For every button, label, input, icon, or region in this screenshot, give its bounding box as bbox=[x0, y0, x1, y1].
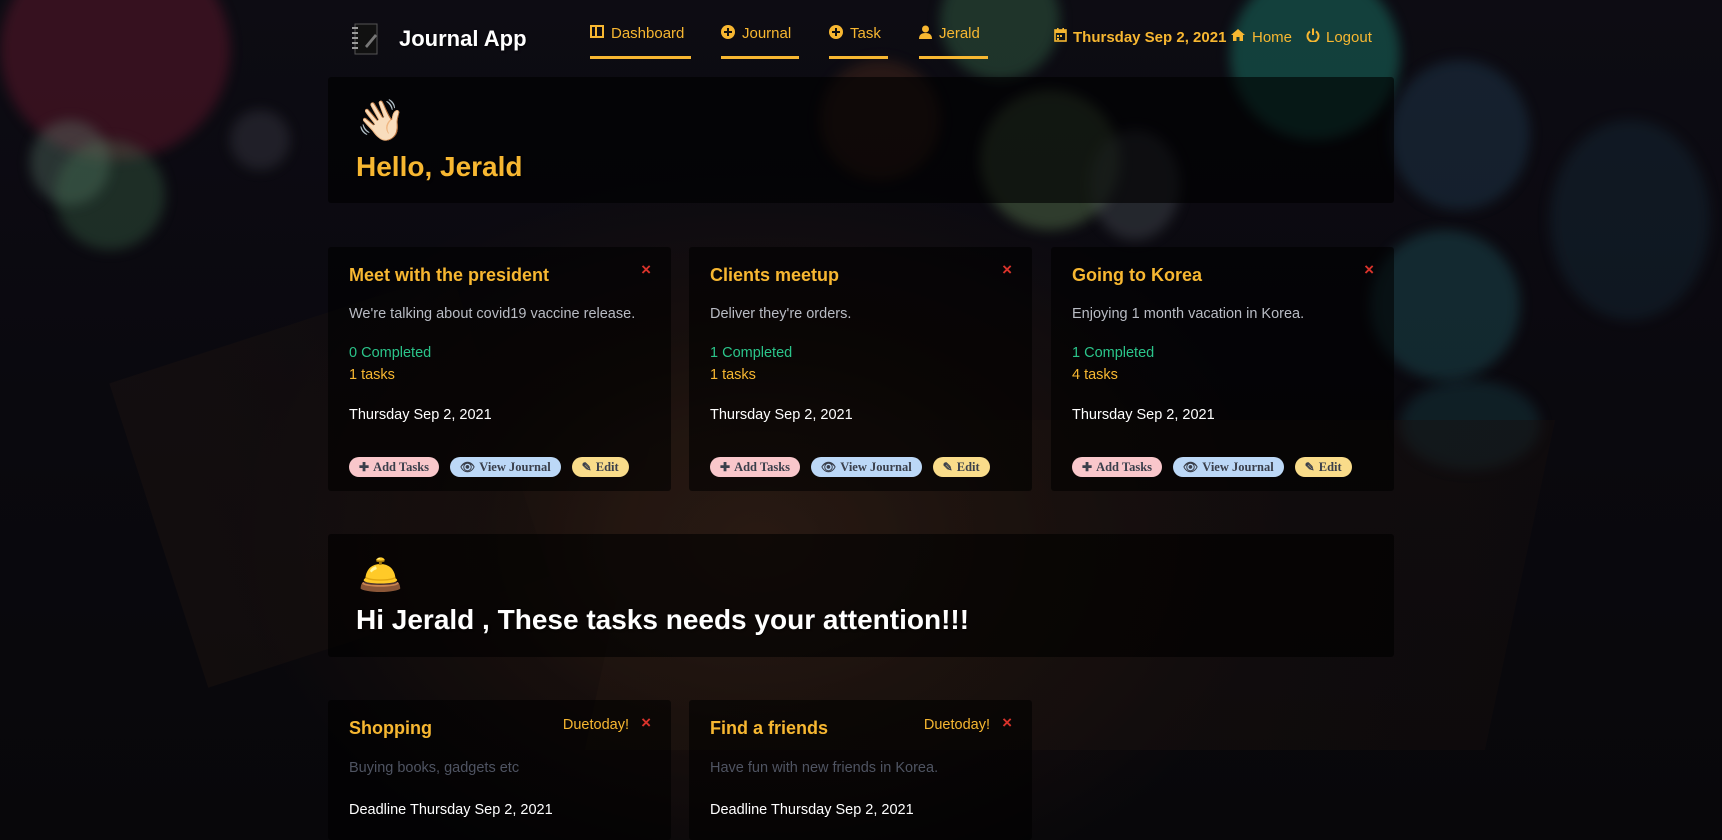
greeting-banner: 👋🏻 Hello, Jerald bbox=[328, 77, 1394, 203]
task-deadline: Deadline Thursday Sep 2, 2021 bbox=[349, 802, 553, 818]
edit-button[interactable]: ✎ Edit bbox=[932, 457, 990, 477]
view-journal-button[interactable]: 👁 View Journal bbox=[1173, 457, 1284, 477]
delete-journal-close-icon[interactable]: × bbox=[1364, 260, 1374, 280]
edit-icon: ✎ bbox=[942, 459, 953, 474]
due-today-badge: Duetoday! bbox=[562, 717, 629, 733]
nav-home-label: Home bbox=[1252, 28, 1293, 46]
bell-calendar-icon: 🛎️ bbox=[358, 554, 403, 595]
add-tasks-button[interactable]: ✚ Add Tasks bbox=[710, 457, 801, 477]
journal-completed-count: 1 Completed bbox=[710, 345, 793, 361]
add-tasks-label: Add Tasks bbox=[373, 459, 430, 474]
journal-completed-count: 1 Completed bbox=[1072, 345, 1155, 361]
task-title[interactable]: Shopping bbox=[349, 718, 432, 739]
calendar-icon bbox=[1054, 28, 1067, 46]
add-tasks-button[interactable]: ✚ Add Tasks bbox=[349, 457, 440, 477]
greeting-title: Hello, Jerald bbox=[356, 151, 523, 182]
nav-journal-label: Journal bbox=[742, 25, 792, 42]
navbar: Journal App Dashboard Journal Task Jeral… bbox=[328, 0, 1394, 72]
view-journal-button[interactable]: 👁 View Journal bbox=[450, 457, 561, 477]
edit-label: Edit bbox=[595, 459, 619, 474]
journal-description: Enjoying 1 month vacation in Korea. bbox=[1072, 306, 1305, 322]
app-title: Journal App bbox=[399, 26, 527, 51]
delete-journal-close-icon[interactable]: × bbox=[1002, 260, 1012, 280]
view-journal-button[interactable]: 👁 View Journal bbox=[811, 457, 922, 477]
plus-icon: ✚ bbox=[720, 459, 731, 474]
journal-title[interactable]: Going to Korea bbox=[1072, 265, 1202, 286]
nav-user-label: Jerald bbox=[939, 25, 980, 42]
eye-icon: 👁 bbox=[1183, 459, 1199, 474]
delete-journal-close-icon[interactable]: × bbox=[641, 260, 651, 280]
task-description: Buying books, gadgets etc bbox=[349, 760, 520, 776]
plus-circle-icon bbox=[721, 25, 735, 43]
plus-icon: ✚ bbox=[359, 459, 370, 474]
dashboard-icon bbox=[590, 25, 604, 42]
delete-task-close-icon[interactable]: × bbox=[1002, 713, 1012, 733]
edit-button[interactable]: ✎ Edit bbox=[1294, 457, 1352, 477]
task-title[interactable]: Find a friends bbox=[710, 718, 828, 739]
journal-logo-icon bbox=[349, 22, 381, 56]
view-journal-label: View Journal bbox=[1202, 459, 1274, 474]
view-journal-label: View Journal bbox=[479, 459, 551, 474]
home-icon bbox=[1230, 28, 1246, 46]
edit-label: Edit bbox=[956, 459, 980, 474]
task-description: Have fun with new friends in Korea. bbox=[710, 760, 939, 776]
edit-icon: ✎ bbox=[1304, 459, 1315, 474]
journal-date: Thursday Sep 2, 2021 bbox=[1072, 407, 1215, 423]
journal-card: Meet with the president × We're talking … bbox=[328, 247, 671, 491]
nav-dashboard[interactable]: Dashboard bbox=[590, 25, 691, 59]
task-deadline: Deadline Thursday Sep 2, 2021 bbox=[710, 802, 914, 818]
add-tasks-label: Add Tasks bbox=[734, 459, 791, 474]
nav-task-label: Task bbox=[850, 25, 881, 42]
edit-icon: ✎ bbox=[581, 459, 592, 474]
nav-journal[interactable]: Journal bbox=[721, 25, 799, 59]
nav-date: Thursday Sep 2, 2021 bbox=[1054, 28, 1226, 46]
due-task-card: Find a friends Duetoday! × Have fun with… bbox=[689, 700, 1032, 840]
due-today-badge: Duetoday! bbox=[923, 717, 990, 733]
user-icon bbox=[919, 25, 932, 43]
attention-title: Hi Jerald , These tasks needs your atten… bbox=[356, 604, 970, 635]
journal-task-count: 1 tasks bbox=[710, 367, 756, 383]
eye-icon: 👁 bbox=[460, 459, 476, 474]
delete-task-close-icon[interactable]: × bbox=[641, 713, 651, 733]
add-tasks-button[interactable]: ✚ Add Tasks bbox=[1072, 457, 1163, 477]
edit-button[interactable]: ✎ Edit bbox=[571, 457, 629, 477]
journal-date: Thursday Sep 2, 2021 bbox=[710, 407, 853, 423]
journal-task-count: 4 tasks bbox=[1072, 367, 1118, 383]
attention-banner: 🛎️ Hi Jerald , These tasks needs your at… bbox=[328, 534, 1394, 657]
brand[interactable]: Journal App bbox=[349, 22, 527, 56]
nav-logout-label: Logout bbox=[1326, 28, 1372, 46]
nav-dashboard-label: Dashboard bbox=[611, 25, 685, 42]
journal-description: We're talking about covid19 vaccine rele… bbox=[349, 306, 636, 322]
journal-completed-count: 0 Completed bbox=[349, 345, 432, 361]
plus-circle-icon bbox=[829, 25, 843, 43]
journal-task-count: 1 tasks bbox=[349, 367, 395, 383]
nav-user-jerald[interactable]: Jerald bbox=[919, 25, 988, 59]
due-task-card: Shopping Duetoday! × Buying books, gadge… bbox=[328, 700, 671, 840]
journal-date: Thursday Sep 2, 2021 bbox=[349, 407, 492, 423]
nav-date-text: Thursday Sep 2, 2021 bbox=[1073, 28, 1227, 46]
journal-card: Going to Korea × Enjoying 1 month vacati… bbox=[1051, 247, 1394, 491]
nav-logout[interactable]: Logout bbox=[1306, 28, 1372, 46]
journal-card: Clients meetup × Deliver they're orders.… bbox=[689, 247, 1032, 491]
edit-label: Edit bbox=[1318, 459, 1342, 474]
journal-title[interactable]: Meet with the president bbox=[349, 265, 549, 286]
eye-icon: 👁 bbox=[821, 459, 837, 474]
journal-description: Deliver they're orders. bbox=[710, 306, 852, 322]
nav-home[interactable]: Home bbox=[1230, 28, 1292, 46]
add-tasks-label: Add Tasks bbox=[1096, 459, 1153, 474]
view-journal-label: View Journal bbox=[840, 459, 912, 474]
waving-hand-icon: 👋🏻 bbox=[356, 99, 406, 143]
journal-title[interactable]: Clients meetup bbox=[710, 265, 839, 286]
nav-task[interactable]: Task bbox=[829, 25, 888, 59]
plus-icon: ✚ bbox=[1082, 459, 1093, 474]
power-icon bbox=[1306, 28, 1320, 46]
